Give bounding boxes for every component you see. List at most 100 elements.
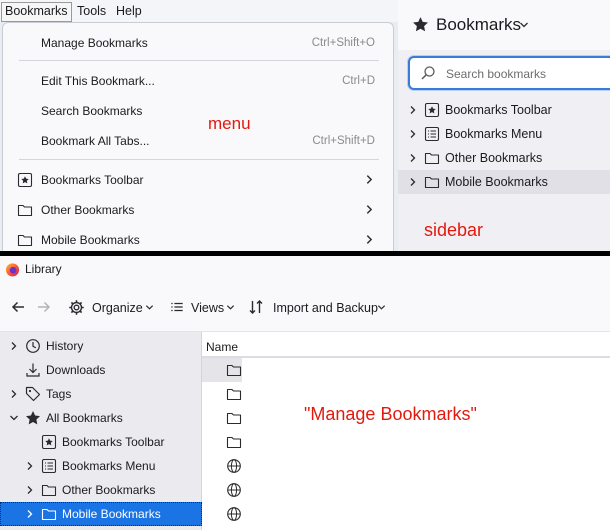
forward-arrow-icon[interactable] bbox=[36, 299, 52, 319]
folder-icon bbox=[226, 362, 242, 378]
tree-item-history[interactable]: History bbox=[0, 334, 202, 358]
menu-item-label: Mobile Bookmarks bbox=[41, 233, 140, 247]
tree-item-label: Bookmarks Toolbar bbox=[62, 435, 165, 449]
sidebar-item-label: Bookmarks Toolbar bbox=[445, 103, 552, 117]
menu-item-edit-bookmark[interactable]: Edit This Bookmark... Ctrl+D bbox=[3, 68, 393, 94]
menu-separator bbox=[19, 60, 379, 61]
bookmark-star-icon bbox=[17, 172, 33, 188]
chevron-right-icon bbox=[364, 234, 375, 245]
menu-item-search-bookmarks[interactable]: Search Bookmarks bbox=[3, 98, 393, 124]
sidebar-item-bookmarks-menu[interactable]: Bookmarks Menu bbox=[398, 122, 610, 146]
tree-item-tags[interactable]: Tags bbox=[0, 382, 202, 406]
annotation-menu: menu bbox=[208, 114, 251, 133]
folder-icon bbox=[226, 410, 242, 426]
sidebar-item-mobile-bookmarks[interactable]: Mobile Bookmarks bbox=[398, 170, 610, 194]
library-window-title: Library bbox=[25, 262, 62, 276]
back-arrow-icon[interactable] bbox=[10, 299, 26, 319]
views-button[interactable]: Views bbox=[191, 298, 224, 318]
tag-icon bbox=[25, 386, 41, 402]
tree-item-all-bookmarks[interactable]: All Bookmarks bbox=[0, 406, 202, 430]
chevron-right-icon bbox=[364, 204, 375, 215]
folder-icon bbox=[17, 202, 33, 218]
tree-item-label: History bbox=[46, 339, 84, 353]
list-row[interactable] bbox=[202, 358, 242, 382]
list-row[interactable] bbox=[202, 454, 610, 478]
annotation-manage-bookmarks: "Manage Bookmarks" bbox=[304, 404, 477, 424]
sidebar-item-label: Mobile Bookmarks bbox=[445, 175, 548, 189]
menu-item-other-bookmarks[interactable]: Other Bookmarks bbox=[3, 197, 393, 223]
globe-icon bbox=[226, 482, 242, 498]
tree-item-label: Other Bookmarks bbox=[62, 483, 156, 497]
chevron-right-icon[interactable] bbox=[25, 509, 35, 519]
chevron-right-icon[interactable] bbox=[408, 105, 418, 115]
chevron-right-icon[interactable] bbox=[9, 389, 19, 399]
menubar-help[interactable]: Help bbox=[113, 2, 145, 20]
organize-button[interactable]: Organize bbox=[92, 298, 143, 318]
chevron-right-icon[interactable] bbox=[25, 461, 35, 471]
list-row[interactable] bbox=[202, 382, 610, 406]
menu-item-label: Bookmark All Tabs... bbox=[41, 134, 150, 148]
globe-icon bbox=[226, 458, 242, 474]
import-and-backup-button[interactable]: Import and Backup bbox=[273, 298, 378, 318]
search-icon bbox=[420, 65, 436, 81]
tree-item-bookmarks-toolbar[interactable]: Bookmarks Toolbar bbox=[0, 430, 202, 454]
chevron-right-icon[interactable] bbox=[408, 177, 418, 187]
annotation-sidebar: sidebar bbox=[424, 220, 484, 240]
menu-item-bookmarks-toolbar[interactable]: Bookmarks Toolbar bbox=[3, 167, 393, 193]
list-row[interactable] bbox=[202, 502, 610, 526]
sidebar-item-other-bookmarks[interactable]: Other Bookmarks bbox=[398, 146, 610, 170]
bookmarks-dropdown: Manage Bookmarks Ctrl+Shift+O Edit This … bbox=[2, 22, 394, 254]
list-row[interactable] bbox=[202, 478, 610, 502]
tree-item-label: All Bookmarks bbox=[46, 411, 123, 425]
tree-item-bookmarks-menu[interactable]: Bookmarks Menu bbox=[0, 454, 202, 478]
menu-item-label: Bookmarks Toolbar bbox=[41, 173, 144, 187]
tree-item-label: Tags bbox=[46, 387, 72, 401]
download-icon bbox=[25, 362, 41, 378]
tree-item-label: Mobile Bookmarks bbox=[62, 507, 161, 521]
menu-item-label: Edit This Bookmark... bbox=[41, 74, 155, 88]
globe-icon bbox=[226, 506, 242, 522]
menu-item-label: Other Bookmarks bbox=[41, 203, 135, 217]
sidebar-item-bookmarks-toolbar[interactable]: Bookmarks Toolbar bbox=[398, 98, 610, 122]
chevron-right-icon[interactable] bbox=[25, 485, 35, 495]
chevron-right-icon[interactable] bbox=[9, 341, 19, 351]
bookmark-star-icon bbox=[424, 102, 440, 118]
star-icon bbox=[25, 410, 41, 426]
chevron-right-icon[interactable] bbox=[408, 153, 418, 163]
search-input[interactable] bbox=[444, 64, 608, 84]
menubar: Bookmarks Tools Help bbox=[0, 0, 398, 22]
menubar-bookmarks[interactable]: Bookmarks bbox=[1, 2, 72, 22]
menu-item-shortcut: Ctrl+D bbox=[342, 75, 375, 87]
list-row[interactable] bbox=[202, 430, 610, 454]
import-export-icon bbox=[248, 299, 264, 319]
column-header-name[interactable]: Name bbox=[202, 336, 610, 358]
menu-item-manage-bookmarks[interactable]: Manage Bookmarks Ctrl+Shift+O bbox=[3, 30, 393, 56]
firefox-logo-icon bbox=[5, 262, 20, 277]
folder-icon bbox=[41, 482, 57, 498]
menu-item-mobile-bookmarks[interactable]: Mobile Bookmarks bbox=[3, 227, 393, 253]
sidebar-search-box[interactable] bbox=[408, 56, 610, 90]
tree-item-mobile-bookmarks[interactable]: Mobile Bookmarks bbox=[0, 502, 202, 526]
tree-item-label: Downloads bbox=[46, 363, 106, 377]
sidebar-item-label: Bookmarks Menu bbox=[445, 127, 543, 141]
menu-separator bbox=[19, 159, 379, 160]
menubar-tools[interactable]: Tools bbox=[74, 2, 109, 20]
star-icon bbox=[412, 16, 429, 33]
chevron-down-icon[interactable] bbox=[9, 413, 19, 423]
sidebar-title[interactable]: Bookmarks bbox=[436, 14, 521, 36]
chevron-right-icon[interactable] bbox=[408, 129, 418, 139]
library-toolbar: Organize Views Import and Backup bbox=[0, 284, 610, 332]
menu-item-shortcut: Ctrl+Shift+D bbox=[312, 135, 375, 147]
chevron-down-icon bbox=[226, 303, 235, 323]
tree-item-other-bookmarks[interactable]: Other Bookmarks bbox=[0, 478, 202, 502]
sidebar-item-label: Other Bookmarks bbox=[445, 151, 543, 165]
menu-list-icon bbox=[41, 458, 57, 474]
chevron-down-icon[interactable] bbox=[519, 20, 529, 30]
tree-item-downloads[interactable]: Downloads bbox=[0, 358, 202, 382]
views-list-icon bbox=[170, 300, 184, 320]
folder-icon bbox=[41, 506, 57, 522]
menu-item-bookmark-all-tabs[interactable]: Bookmark All Tabs... Ctrl+Shift+D bbox=[3, 128, 393, 154]
menu-list-icon bbox=[424, 126, 440, 142]
folder-icon bbox=[424, 150, 440, 166]
folder-icon bbox=[17, 232, 33, 248]
